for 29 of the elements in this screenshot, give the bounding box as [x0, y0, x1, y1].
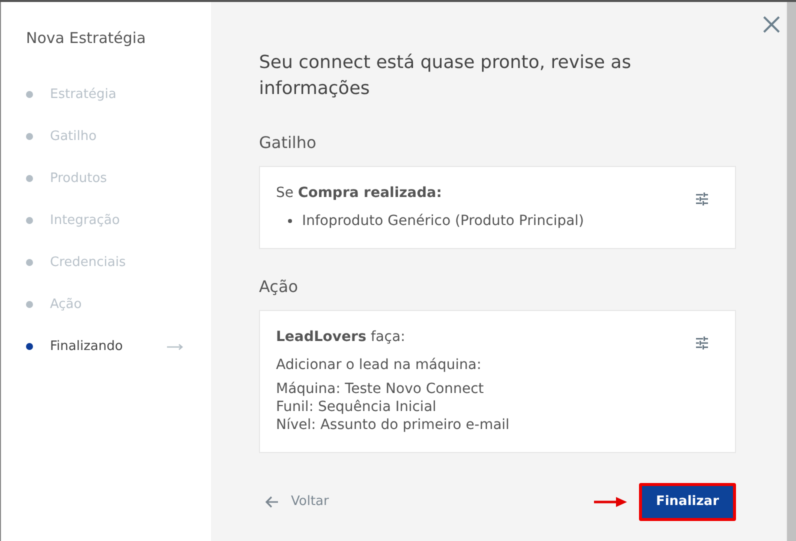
step-item[interactable]: Estratégia [26, 86, 211, 104]
card-lead: Se Compra realizada: [276, 184, 443, 202]
pointer-arrow-icon [594, 497, 627, 507]
card-subtitle: Adicionar o lead na máquina: [276, 356, 482, 374]
back-button[interactable]: Voltar [265, 492, 329, 512]
close-icon [763, 16, 780, 33]
step-item[interactable]: Ação [26, 296, 211, 314]
step-item[interactable]: Finalizando [26, 338, 211, 356]
section-title: Ação [259, 276, 300, 298]
card-detail: Funil: Sequência Inicial [276, 398, 438, 416]
finish-button[interactable]: Finalizar [638, 483, 736, 521]
card-lead: LeadLovers faça: [276, 328, 406, 346]
bullet-icon [288, 219, 292, 223]
card-detail: Máquina: Teste Novo Connect [276, 380, 485, 398]
card-detail: Nível: Assunto do primeiro e-mail [276, 416, 510, 434]
settings-sliders-icon[interactable] [695, 336, 709, 350]
close-button[interactable] [763, 16, 780, 33]
section-title: Gatilho [259, 132, 318, 154]
step-item[interactable]: Credenciais [26, 254, 211, 272]
scrollbar[interactable] [786, 2, 796, 541]
step-item[interactable]: Integração [26, 212, 211, 230]
arrow-right-icon [167, 344, 184, 350]
step-item[interactable]: Produtos [26, 170, 211, 188]
settings-sliders-icon[interactable] [695, 192, 709, 206]
arrow-left-icon [265, 496, 279, 508]
sidebar-title: Nova Estratégia [26, 28, 147, 49]
step-item[interactable]: Gatilho [26, 128, 211, 146]
bullet-text: Infoproduto Genérico (Produto Principal) [302, 212, 584, 230]
page-heading: Seu connect está quase pronto, revise as informações [259, 51, 632, 101]
